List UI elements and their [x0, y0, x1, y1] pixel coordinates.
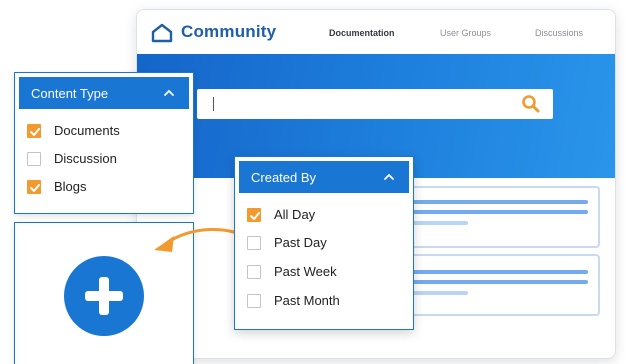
checkbox-unchecked[interactable]	[27, 152, 41, 166]
nav-documentation[interactable]: Documentation	[329, 28, 395, 38]
option-label: Discussion	[54, 151, 117, 166]
site-header: Community Documentation User Groups Disc…	[137, 10, 615, 54]
chevron-up-icon[interactable]	[383, 171, 395, 183]
option-label: Past Month	[274, 293, 340, 308]
checkmark-icon	[30, 128, 40, 136]
content-type-header[interactable]: Content Type	[19, 77, 189, 109]
text-cursor	[213, 97, 214, 111]
house-outline-icon	[151, 23, 173, 43]
checkbox-checked[interactable]	[247, 208, 261, 222]
nav-discussions[interactable]: Discussions	[535, 28, 583, 38]
content-type-title: Content Type	[31, 86, 109, 101]
plus-icon	[85, 277, 123, 315]
search-input[interactable]	[197, 89, 553, 119]
checkmark-icon	[250, 212, 260, 220]
option-label: Documents	[54, 123, 120, 138]
checkbox-checked[interactable]	[27, 180, 41, 194]
checkbox-unchecked[interactable]	[247, 265, 261, 279]
checkmark-icon	[30, 184, 40, 192]
option-label: All Day	[274, 207, 316, 222]
option-label: Past Week	[274, 264, 337, 279]
option-label: Past Day	[274, 235, 327, 250]
site-logo-text[interactable]: Community	[181, 22, 276, 42]
checkbox-unchecked[interactable]	[247, 236, 261, 250]
add-filter-button[interactable]	[64, 256, 144, 336]
option-label: Blogs	[54, 179, 87, 194]
illustration-canvas: Community Documentation User Groups Disc…	[0, 0, 626, 364]
checkbox-unchecked[interactable]	[247, 294, 261, 308]
created-by-header[interactable]: Created By	[239, 161, 409, 193]
created-by-title: Created By	[251, 170, 317, 185]
nav-user-groups[interactable]: User Groups	[440, 28, 491, 38]
content-type-panel: Content Type Documents Discussion Blogs	[14, 72, 194, 214]
chevron-up-icon[interactable]	[163, 87, 175, 99]
checkbox-checked[interactable]	[27, 124, 41, 138]
created-by-panel: Created By All Day Past Day Past Week Pa…	[234, 156, 414, 330]
search-icon[interactable]	[521, 94, 541, 114]
